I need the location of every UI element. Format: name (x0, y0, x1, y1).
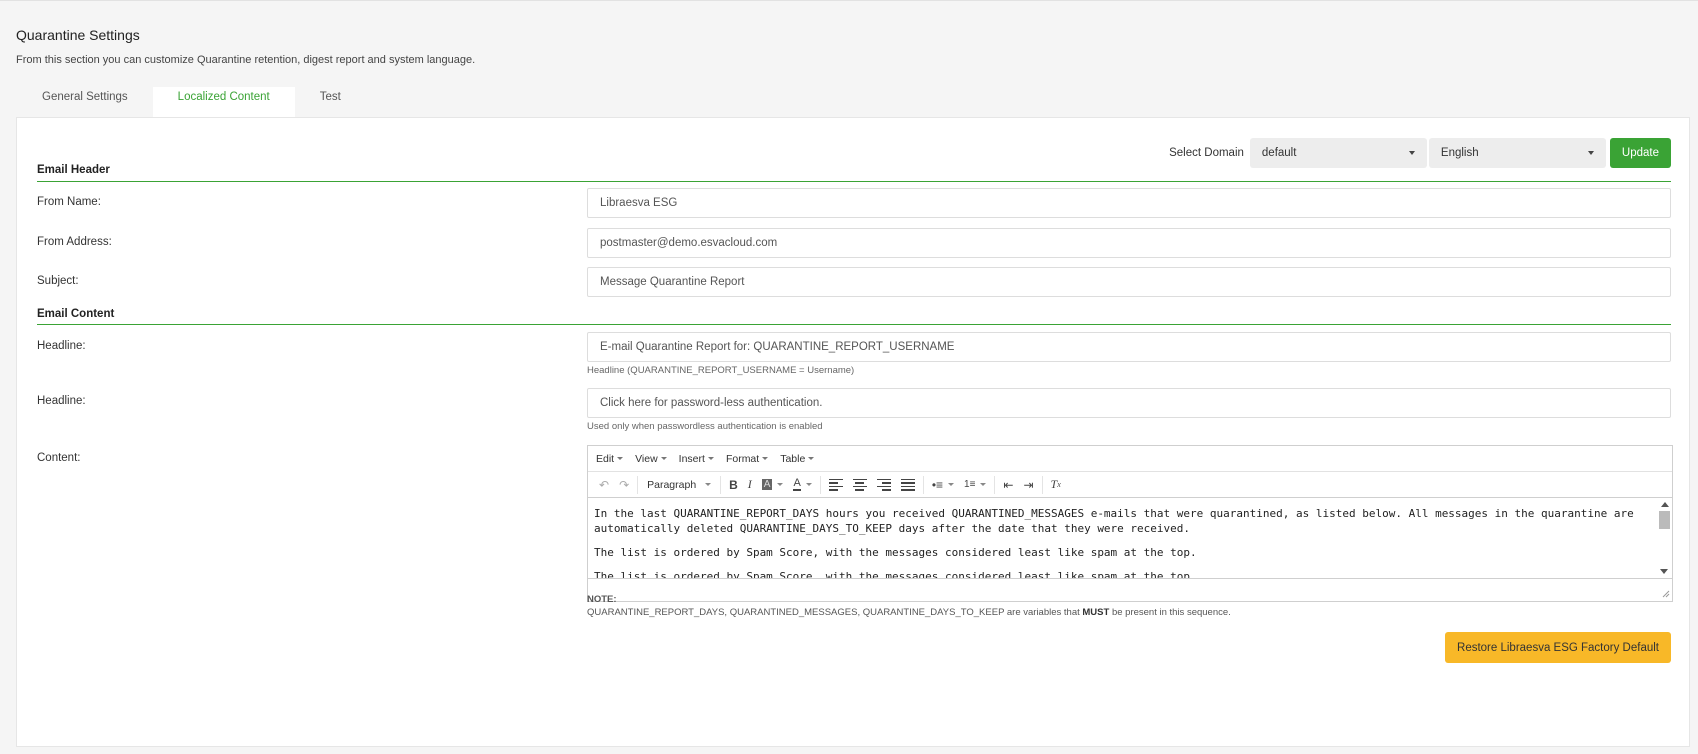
language-select-value: English (1440, 147, 1479, 159)
passwordless-headline-field[interactable]: Click here for password-less authenticat… (587, 388, 1671, 418)
resize-handle-icon[interactable] (1662, 590, 1670, 598)
domain-select-value: default (1261, 147, 1297, 159)
language-select[interactable]: English (1428, 138, 1606, 168)
tab-localized-content[interactable]: Localized Content (152, 87, 295, 117)
subject-label: Subject: (37, 275, 79, 287)
toolbar-separator (720, 475, 722, 494)
editor-content-area[interactable]: In the last QUARANTINE_REPORT_DAYS hours… (588, 498, 1672, 578)
chevron-down-icon (1408, 151, 1415, 155)
headline-help-text: Headline (QUARANTINE_REPORT_USERNAME = U… (587, 365, 855, 376)
menu-insert[interactable]: Insert (679, 453, 714, 465)
menu-edit[interactable]: Edit (596, 452, 624, 465)
block-format-value: Paragraph (647, 478, 697, 491)
scrollbar-thumb[interactable] (1659, 511, 1670, 529)
from-name-label: From Name: (37, 196, 101, 208)
menu-format-label: Format (725, 452, 760, 465)
note-text-after: be present in this sequence. (1109, 607, 1231, 618)
tab-test[interactable]: Test (295, 87, 366, 117)
note-text-before: QUARANTINE_REPORT_DAYS, QUARANTINED_MESS… (587, 607, 1083, 618)
menu-view-label: View (635, 452, 658, 465)
text-color-icon[interactable]: A (788, 478, 816, 491)
content-paragraph: In the last QUARANTINE_REPORT_DAYS hours… (594, 507, 1634, 535)
tab-general-settings[interactable]: General Settings (17, 87, 153, 117)
caret-down-icon (808, 457, 815, 460)
scroll-up-icon[interactable] (1660, 502, 1669, 507)
caret-down-icon (707, 457, 714, 460)
bullet-list-icon[interactable]: •≡ (927, 478, 959, 492)
caret-down-icon (705, 483, 712, 486)
headline-label: Headline: (37, 340, 86, 352)
email-content-title: Email Content (37, 308, 115, 320)
page-title: Quarantine Settings (16, 27, 140, 43)
caret-down-icon (660, 457, 667, 460)
italic-icon[interactable]: I (743, 477, 757, 492)
background-color-icon[interactable]: A (757, 479, 789, 490)
menu-table[interactable]: Table (780, 452, 815, 465)
content-paragraph: The list is ordered by Spam Score, with … (594, 570, 1197, 578)
align-left-icon[interactable] (828, 478, 843, 492)
subject-field[interactable]: Message Quarantine Report (587, 267, 1671, 297)
caret-down-icon (762, 457, 769, 460)
section-divider (37, 324, 1671, 325)
rich-text-editor: Edit View Insert Format Table ↶ ↷ Paragr… (587, 445, 1673, 602)
block-format-select[interactable]: Paragraph (641, 479, 717, 491)
menu-insert-label: Insert (678, 452, 705, 465)
menu-view[interactable]: View (635, 453, 667, 465)
select-domain-label: Select Domain (1169, 147, 1244, 159)
note-title: NOTE: (587, 594, 617, 605)
align-center-icon[interactable] (852, 478, 867, 492)
tab-bar: General Settings Localized Content Test (17, 87, 366, 117)
headline-field[interactable]: E-mail Quarantine Report for: QUARANTINE… (587, 332, 1671, 362)
caret-down-icon (617, 457, 624, 460)
email-header-title: Email Header (37, 164, 110, 176)
outdent-icon[interactable]: ⇤ (998, 478, 1018, 492)
editor-statusbar (588, 578, 1672, 600)
page-description: From this section you can customize Quar… (16, 54, 476, 66)
menu-edit-label: Edit (596, 452, 615, 465)
undo-icon[interactable]: ↶ (594, 478, 614, 492)
toolbar-separator (819, 475, 821, 494)
restore-factory-default-button[interactable]: Restore Libraesva ESG Factory Default (1445, 632, 1671, 663)
toolbar-separator (922, 475, 924, 494)
indent-icon[interactable]: ⇥ (1018, 478, 1038, 492)
content-paragraph: The list is ordered by Spam Score, with … (594, 546, 1197, 559)
align-justify-icon[interactable] (900, 478, 915, 492)
toolbar-separator (637, 475, 639, 494)
passwordless-headline-label: Headline: (37, 395, 86, 407)
passwordless-help-text: Used only when passwordless authenticati… (587, 421, 823, 432)
editor-menubar: Edit View Insert Format Table (588, 446, 1672, 472)
menu-format[interactable]: Format (725, 452, 769, 465)
content-label: Content: (37, 452, 81, 464)
bold-icon[interactable]: B (724, 478, 743, 492)
domain-selector-row: Select Domain default English Update (1169, 138, 1671, 168)
from-address-label: From Address: (37, 236, 112, 248)
note-text: QUARANTINE_REPORT_DAYS, QUARANTINED_MESS… (587, 607, 1231, 618)
editor-toolbar: ↶ ↷ Paragraph B I A A •≡ 1≡ ⇤ ⇥ Tx (588, 472, 1672, 498)
clear-formatting-icon[interactable]: Tx (1046, 477, 1066, 492)
redo-icon[interactable]: ↷ (614, 478, 634, 492)
toolbar-separator (994, 475, 996, 494)
from-address-field[interactable]: postmaster@demo.esvacloud.com (587, 228, 1671, 258)
menu-table-label: Table (780, 452, 806, 465)
domain-select[interactable]: default (1249, 138, 1427, 168)
editor-scrollbar[interactable] (1659, 500, 1670, 576)
section-divider (37, 181, 1671, 182)
toolbar-separator (1041, 475, 1043, 494)
scroll-down-icon[interactable] (1660, 569, 1668, 574)
chevron-down-icon (1587, 151, 1594, 155)
update-button[interactable]: Update (1609, 138, 1671, 168)
localized-content-panel: Select Domain default English Update Ema… (16, 117, 1690, 747)
from-name-field[interactable]: Libraesva ESG (587, 188, 1671, 218)
align-right-icon[interactable] (876, 478, 891, 492)
note-emphasis: MUST (1082, 607, 1110, 618)
numbered-list-icon[interactable]: 1≡ (959, 479, 991, 490)
